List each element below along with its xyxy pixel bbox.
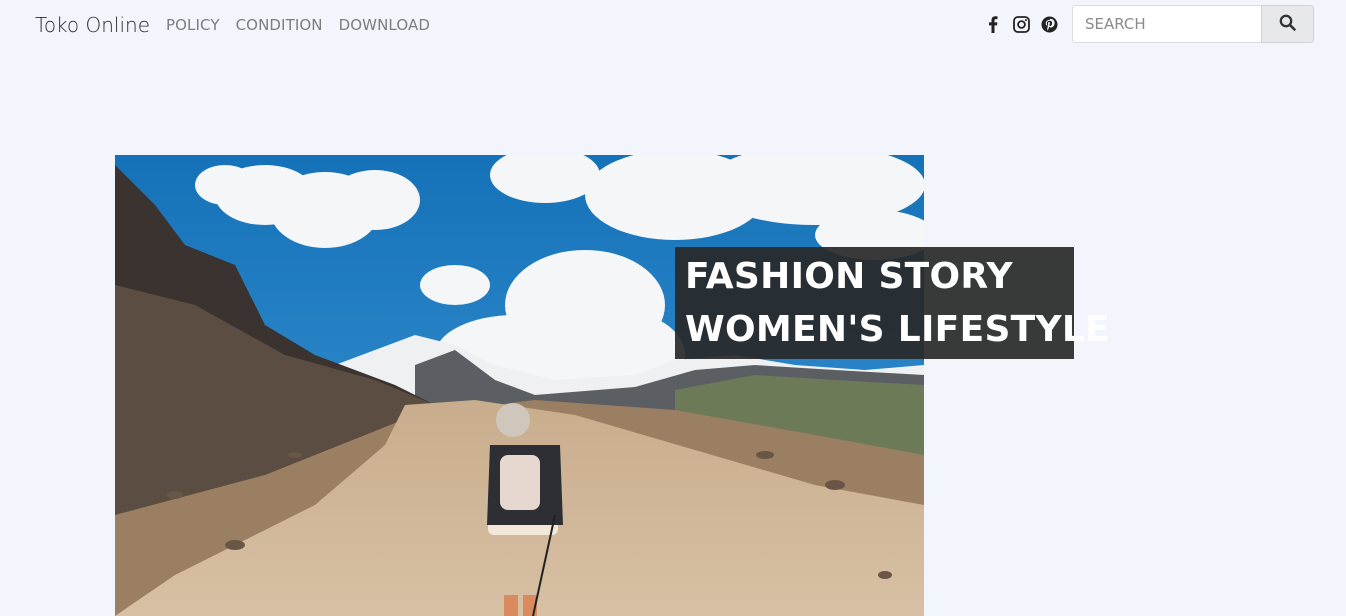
brand-logo[interactable]: Toko Online <box>35 13 150 37</box>
hero-caption: FASHION STORY WOMEN'S LIFESTYLE <box>675 247 1111 359</box>
nav-link-condition[interactable]: CONDITION <box>236 16 323 34</box>
hero-image <box>115 155 924 616</box>
search-icon <box>1279 14 1296 34</box>
search-input[interactable] <box>1072 5 1262 43</box>
instagram-icon[interactable] <box>1012 14 1030 34</box>
nav-link-policy[interactable]: POLICY <box>166 16 220 34</box>
nav-links: POLICY CONDITION DOWNLOAD <box>166 16 430 34</box>
hero-caption-line1: FASHION STORY <box>685 256 1013 297</box>
pinterest-icon[interactable] <box>1040 14 1058 34</box>
nav-link-download[interactable]: DOWNLOAD <box>339 16 430 34</box>
social-links <box>984 14 1058 34</box>
facebook-icon[interactable] <box>984 14 1002 34</box>
navbar: Toko Online POLICY CONDITION DOWNLOAD <box>0 0 1346 50</box>
search-button[interactable] <box>1261 5 1314 43</box>
hero-caption-line2: WOMEN'S LIFESTYLE <box>685 309 1111 350</box>
